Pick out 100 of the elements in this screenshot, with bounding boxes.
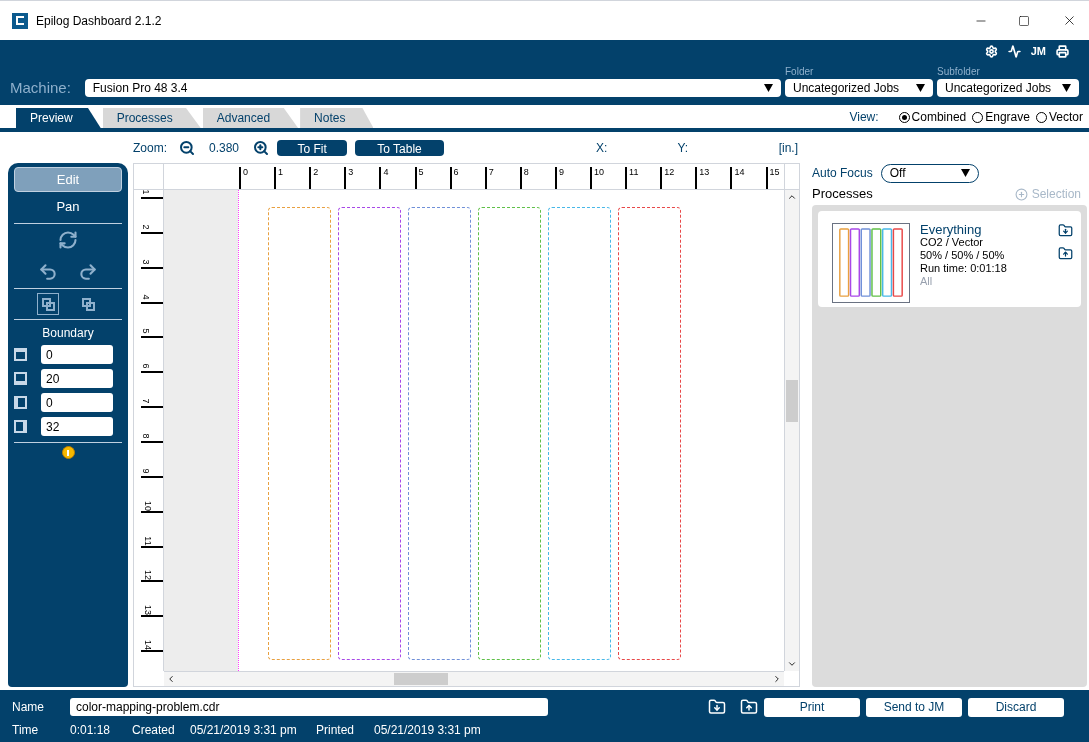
printed-value: 05/21/2019 3:31 pm	[374, 722, 481, 739]
zoom-label: Zoom:	[133, 139, 167, 157]
process-scope: All	[920, 275, 934, 288]
tab[interactable]: Preview	[16, 108, 101, 128]
undo-icon[interactable]	[37, 262, 59, 282]
folder-upload-icon[interactable]	[740, 698, 758, 716]
zoom-in-icon[interactable]	[253, 139, 270, 156]
view-radio[interactable]: Engrave	[972, 108, 1030, 126]
printed-label: Printed	[316, 722, 356, 739]
ruler-label: 11	[629, 167, 639, 179]
ruler-label: 12	[664, 167, 675, 179]
process-run-time: Run time: 0:01:18	[920, 262, 1007, 275]
ruler-label: 2	[313, 167, 319, 179]
process-settings: 50% / 50% / 50%	[920, 249, 1006, 262]
footer-button[interactable]: Print	[764, 697, 860, 717]
folder-download-icon[interactable]	[1058, 223, 1073, 238]
ruler-label: 12	[143, 570, 153, 581]
maximize-icon[interactable]	[1018, 14, 1030, 27]
close-icon[interactable]	[1062, 13, 1077, 28]
time-label: Time	[12, 722, 40, 739]
ruler-label: 14	[143, 640, 153, 651]
subfolder-dropdown[interactable]: Uncategorized Jobs	[937, 79, 1079, 97]
ruler-label: 13	[699, 167, 710, 179]
scroll-left-icon[interactable]	[166, 674, 176, 684]
ruler-label: 2	[140, 224, 151, 230]
ruler-label: 1	[140, 189, 151, 195]
ruler-label: 8	[523, 167, 529, 179]
scroll-up-icon[interactable]	[787, 192, 797, 202]
scroll-right-icon[interactable]	[772, 674, 782, 684]
footer-button[interactable]: Send to JM	[866, 697, 962, 717]
ruler-label: 4	[140, 294, 151, 300]
ruler-label: 10	[143, 500, 153, 511]
add-icon	[1014, 187, 1028, 201]
ruler-label: 11	[142, 535, 153, 546]
top-margin-icon	[14, 348, 27, 361]
footer-button[interactable]: Discard	[968, 697, 1064, 717]
printer-icon[interactable]	[1056, 44, 1069, 58]
activity-icon[interactable]	[1007, 44, 1021, 58]
dropdown-arrow-icon	[916, 84, 925, 92]
machine-dropdown[interactable]: Fusion Pro 48 3.4	[84, 79, 781, 97]
folder-label: Folder	[785, 65, 815, 79]
user-initials[interactable]: JM	[1030, 42, 1046, 60]
name-label: Name	[12, 699, 45, 716]
folder-upload-icon[interactable]	[1058, 246, 1073, 261]
subfolder-label: Subfolder	[937, 65, 981, 79]
redo-icon[interactable]	[77, 262, 99, 282]
folder-dropdown[interactable]: Uncategorized Jobs	[785, 79, 933, 97]
ruler-label: 9	[140, 468, 151, 474]
ruler-label: 1	[278, 167, 284, 179]
view-radio[interactable]: Vector	[1035, 108, 1083, 126]
ruler-label: 9	[558, 167, 564, 179]
ruler-label: 3	[140, 259, 151, 265]
created-value: 05/21/2019 3:31 pm	[190, 722, 298, 739]
window-title: Epilog Dashboard 2.1.2	[36, 12, 162, 30]
created-label: Created	[132, 722, 176, 739]
x-coordinate-label: X:	[596, 139, 608, 157]
tab[interactable]: Processes	[102, 108, 201, 128]
boundary-field[interactable]: 0	[41, 393, 113, 412]
tab[interactable]: Advanced	[202, 108, 299, 128]
boundary-field[interactable]: 0	[41, 345, 113, 364]
name-field[interactable]: color-mapping-problem.cdr	[70, 698, 548, 716]
ruler-label: 0	[243, 167, 248, 179]
machine-label: Machine:	[10, 79, 72, 97]
ruler-label: 5	[418, 167, 424, 179]
ruler-label: 7	[140, 398, 151, 404]
zoom-out-icon[interactable]	[179, 139, 195, 156]
horizontal-scrollbar[interactable]	[164, 671, 784, 686]
boundary-field[interactable]: 20	[41, 369, 113, 388]
bottom-margin-icon	[14, 372, 27, 385]
boundary-label: Boundary	[42, 325, 94, 342]
ruler-label: 6	[453, 167, 459, 179]
ruler-label: 7	[488, 167, 494, 179]
folder-download-icon[interactable]	[708, 698, 726, 716]
ruler-label: 5	[140, 328, 151, 334]
boundary-field[interactable]: 32	[41, 417, 113, 436]
ruler-label: 15	[769, 167, 780, 179]
zoom-value: 0.380	[209, 139, 240, 157]
dropdown-arrow-icon	[1062, 84, 1071, 92]
app-logo-icon	[12, 12, 28, 29]
left-margin-icon	[14, 396, 27, 409]
vertical-scrollbar[interactable]	[784, 190, 799, 671]
ruler-label: 13	[143, 605, 153, 616]
scrollbar-thumb[interactable]	[786, 380, 798, 422]
settings-icon[interactable]	[984, 44, 998, 58]
toolbar-button[interactable]: To Fit	[277, 139, 348, 156]
warning-icon[interactable]	[61, 446, 75, 459]
tab[interactable]: Notes	[300, 108, 374, 128]
scrollbar-thumb[interactable]	[394, 673, 448, 685]
ruler-label: 3	[348, 167, 354, 179]
processes-title: Processes	[812, 185, 873, 204]
refresh-icon[interactable]	[58, 230, 78, 250]
y-coordinate-label: Y:	[677, 139, 689, 157]
toolbar-button[interactable]: To Table	[355, 139, 445, 156]
time-value: 0:01:18	[70, 722, 112, 739]
view-radio[interactable]: Combined	[898, 108, 967, 126]
scroll-down-icon[interactable]	[787, 659, 797, 669]
pan-button[interactable]: Pan	[48, 194, 88, 219]
process-card[interactable]: Everything CO2 / Vector 50% / 50% / 50% Run time: 0:01:18 All	[818, 211, 1081, 307]
ruler-label: 4	[383, 167, 389, 179]
group-icon[interactable]	[37, 293, 59, 315]
